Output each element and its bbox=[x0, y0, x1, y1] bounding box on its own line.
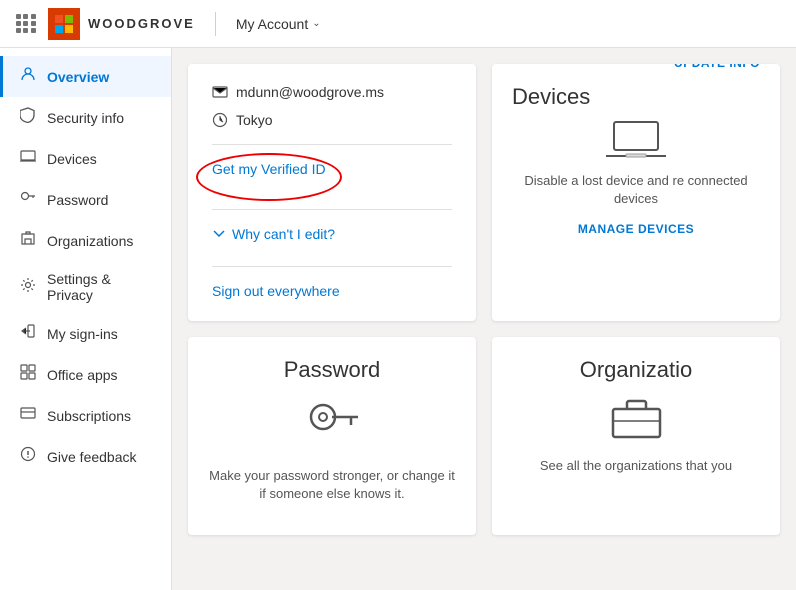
chevron-down-icon: ⌄ bbox=[312, 18, 320, 29]
profile-email: mdunn@woodgrove.ms bbox=[212, 84, 452, 100]
devices-card-header: Devices UPDATE INFO bbox=[512, 84, 760, 110]
logo-text: WOODGROVE bbox=[88, 16, 195, 31]
devices-laptop-icon bbox=[606, 118, 666, 163]
manage-devices-link[interactable]: MANAGE DEVICES bbox=[578, 222, 694, 236]
sidebar-item-settings-privacy[interactable]: Settings & Privacy bbox=[0, 261, 171, 313]
sidebar-item-subscriptions[interactable]: Subscriptions bbox=[0, 395, 171, 436]
sidebar-item-my-sign-ins[interactable]: My sign-ins bbox=[0, 313, 171, 354]
person-icon bbox=[19, 66, 37, 87]
logo-area: WOODGROVE bbox=[48, 8, 195, 40]
why-edit-label: Why can't I edit? bbox=[232, 226, 335, 242]
organizations-briefcase-icon bbox=[609, 395, 664, 440]
sidebar-item-organizations[interactable]: Organizations bbox=[0, 220, 171, 261]
why-cant-edit-toggle[interactable]: Why can't I edit? bbox=[212, 226, 452, 242]
grid-icon bbox=[19, 364, 37, 385]
sidebar-item-overview[interactable]: Overview bbox=[0, 56, 171, 97]
divider bbox=[212, 144, 452, 145]
sidebar-item-label: Settings & Privacy bbox=[47, 271, 155, 303]
sidebar-item-label: My sign-ins bbox=[47, 326, 118, 342]
key-icon bbox=[19, 189, 37, 210]
sign-out-everywhere-link[interactable]: Sign out everywhere bbox=[212, 283, 340, 299]
logo-box bbox=[48, 8, 80, 40]
profile-location-text: Tokyo bbox=[236, 112, 273, 128]
feedback-icon bbox=[19, 446, 37, 467]
orgs-card-title: Organizatio bbox=[512, 357, 760, 383]
chevron-down-icon bbox=[212, 227, 226, 241]
sidebar-item-office-apps[interactable]: Office apps bbox=[0, 354, 171, 395]
password-card: Password Make your password stronger, or… bbox=[188, 337, 476, 535]
profile-location: Tokyo bbox=[212, 112, 452, 128]
password-description: Make your password stronger, or change i… bbox=[208, 467, 456, 503]
laptop-icon bbox=[19, 148, 37, 169]
sidebar-item-label: Organizations bbox=[47, 233, 133, 249]
devices-card: Devices UPDATE INFO Disable a lost devic… bbox=[492, 64, 780, 321]
password-key-icon bbox=[305, 395, 360, 450]
sidebar-item-label: Subscriptions bbox=[47, 408, 131, 424]
sidebar-item-label: Office apps bbox=[47, 367, 118, 383]
layout: Overview Security info Devices Password bbox=[0, 48, 796, 590]
sidebar-item-label: Overview bbox=[47, 69, 109, 85]
sidebar-item-label: Password bbox=[47, 192, 108, 208]
sidebar-item-security-info[interactable]: Security info bbox=[0, 97, 171, 138]
logo-icon bbox=[54, 14, 74, 34]
cards-grid: mdunn@woodgrove.ms Tokyo Get my Verified… bbox=[188, 64, 780, 535]
verified-id-wrapper: Get my Verified ID bbox=[212, 161, 326, 193]
clock-icon bbox=[212, 112, 228, 128]
password-card-title: Password bbox=[208, 357, 456, 383]
profile-email-text: mdunn@woodgrove.ms bbox=[236, 84, 384, 100]
sidebar: Overview Security info Devices Password bbox=[0, 48, 172, 590]
topnav: WOODGROVE My Account ⌄ bbox=[0, 0, 796, 48]
get-verified-id-button[interactable]: Get my Verified ID bbox=[212, 161, 326, 177]
gear-icon bbox=[19, 277, 37, 298]
divider3 bbox=[212, 266, 452, 267]
devices-description: Disable a lost device and re connected d… bbox=[512, 172, 760, 208]
my-account-label: My Account bbox=[236, 16, 308, 32]
signin-icon bbox=[19, 323, 37, 344]
email-icon bbox=[212, 84, 228, 100]
sidebar-item-label: Devices bbox=[47, 151, 97, 167]
sidebar-item-password[interactable]: Password bbox=[0, 179, 171, 220]
orgs-description: See all the organizations that you bbox=[512, 457, 760, 475]
main-content: mdunn@woodgrove.ms Tokyo Get my Verified… bbox=[172, 48, 796, 590]
nav-divider bbox=[215, 12, 216, 36]
my-account-nav[interactable]: My Account ⌄ bbox=[236, 16, 321, 32]
building-icon bbox=[19, 230, 37, 251]
profile-card-inner: mdunn@woodgrove.ms Tokyo Get my Verified… bbox=[188, 64, 476, 321]
devices-card-title: Devices bbox=[512, 84, 590, 109]
divider2 bbox=[212, 209, 452, 210]
sidebar-item-devices[interactable]: Devices bbox=[0, 138, 171, 179]
organizations-card: Organizatio See all the organizations th… bbox=[492, 337, 780, 535]
update-info-link[interactable]: UPDATE INFO bbox=[674, 64, 760, 70]
profile-card: mdunn@woodgrove.ms Tokyo Get my Verified… bbox=[188, 64, 476, 321]
sidebar-item-give-feedback[interactable]: Give feedback bbox=[0, 436, 171, 477]
card-icon bbox=[19, 405, 37, 426]
sidebar-item-label: Security info bbox=[47, 110, 124, 126]
shield-icon bbox=[19, 107, 37, 128]
sidebar-item-label: Give feedback bbox=[47, 449, 137, 465]
waffle-menu-icon[interactable] bbox=[16, 14, 36, 34]
